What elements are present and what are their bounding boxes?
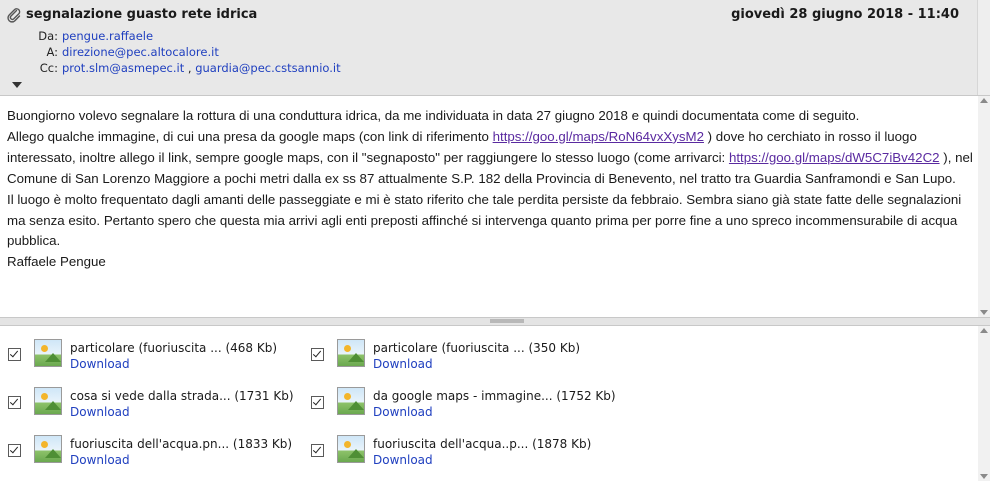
image-file-icon — [337, 339, 365, 367]
download-link[interactable]: Download — [70, 405, 130, 419]
image-file-icon — [34, 387, 62, 415]
subject-row: segnalazione guasto rete idrica giovedì … — [6, 7, 981, 23]
from-row: Da: pengue.raffaele — [0, 29, 153, 43]
image-file-icon — [337, 435, 365, 463]
message-body-pane: Buongiorno volevo segnalare la rottura d… — [0, 96, 990, 317]
attachment-checkbox[interactable] — [8, 444, 21, 457]
image-file-icon — [34, 339, 62, 367]
cc-row: Cc: prot.slm@asmepec.it , guardia@pec.cst… — [0, 61, 341, 75]
attachment-name: da google maps - immagine... (1752 Kb) — [373, 389, 616, 403]
image-file-icon — [337, 387, 365, 415]
attachment-checkbox[interactable] — [311, 396, 324, 409]
to-address[interactable]: direzione@pec.altocalore.it — [62, 45, 219, 59]
message-body: Buongiorno volevo segnalare la rottura d… — [7, 106, 982, 273]
from-address[interactable]: pengue.raffaele — [62, 29, 153, 43]
cc-separator: , — [184, 61, 196, 75]
attachment-item: particolare (fuoriuscita ... (468 Kb) Do… — [8, 337, 298, 371]
header-scrollbar[interactable] — [977, 0, 990, 95]
body-scrollbar[interactable] — [978, 96, 990, 317]
attachment-checkbox[interactable] — [8, 396, 21, 409]
body-paragraph: Buongiorno volevo segnalare la rottura d… — [7, 108, 860, 123]
attachment-item: particolare (fuoriuscita ... (350 Kb) Do… — [311, 337, 611, 371]
body-paragraph: Il luogo è molto frequentato dagli amant… — [7, 191, 962, 249]
cc-label: Cc: — [39, 61, 58, 75]
attachment-item: da google maps - immagine... (1752 Kb) D… — [311, 385, 631, 419]
image-file-icon — [34, 435, 62, 463]
body-text: Allego qualche immagine, di cui una pres… — [7, 128, 493, 144]
body-paragraph: Allego qualche immagine, di cui una pres… — [7, 127, 982, 190]
paperclip-icon — [7, 8, 21, 23]
scroll-up-icon[interactable] — [980, 98, 988, 103]
splitter-grip[interactable] — [490, 319, 524, 323]
download-link[interactable]: Download — [373, 453, 433, 467]
google-maps-directions-link[interactable]: https://goo.gl/maps/dW5C7iBv42C2 — [729, 150, 940, 165]
to-label: A: — [46, 45, 58, 59]
download-link[interactable]: Download — [373, 357, 433, 371]
attachment-checkbox[interactable] — [8, 348, 21, 361]
download-link[interactable]: Download — [373, 405, 433, 419]
attachment-checkbox[interactable] — [311, 348, 324, 361]
message-datetime: giovedì 28 giugno 2018 - 11:40 — [731, 7, 959, 22]
message-header: segnalazione guasto rete idrica giovedì … — [0, 0, 990, 96]
attachment-item: fuoriuscita dell'acqua.pn... (1833 Kb) D… — [8, 433, 308, 467]
scroll-down-icon[interactable] — [980, 310, 988, 315]
attachments-scrollbar[interactable] — [978, 326, 990, 481]
from-label: Da: — [38, 29, 58, 43]
signature: Raffaele Pengue — [7, 254, 106, 270]
to-row: A: direzione@pec.altocalore.it — [0, 45, 219, 59]
download-link[interactable]: Download — [70, 357, 130, 371]
download-link[interactable]: Download — [70, 453, 130, 467]
attachment-name: particolare (fuoriuscita ... (468 Kb) — [70, 341, 278, 355]
attachment-item: fuoriuscita dell'acqua..p... (1878 Kb) D… — [311, 433, 611, 467]
message-subject: segnalazione guasto rete idrica — [26, 7, 258, 22]
attachment-name: particolare (fuoriuscita ... (350 Kb) — [373, 341, 581, 355]
cc-address[interactable]: guardia@pec.cstsannio.it — [195, 61, 340, 75]
scroll-up-icon[interactable] — [980, 328, 988, 333]
attachments-pane: particolare (fuoriuscita ... (468 Kb) Do… — [0, 326, 990, 481]
attachment-name: cosa si vede dalla strada... (1731 Kb) — [70, 389, 294, 403]
attachment-item: cosa si vede dalla strada... (1731 Kb) D… — [8, 385, 308, 419]
cc-address[interactable]: prot.slm@asmepec.it — [62, 61, 184, 75]
attachment-checkbox[interactable] — [311, 444, 324, 457]
scroll-down-icon[interactable] — [980, 474, 988, 479]
pane-splitter[interactable] — [0, 317, 990, 326]
attachment-name: fuoriuscita dell'acqua..p... (1878 Kb) — [373, 437, 592, 451]
attachment-name: fuoriuscita dell'acqua.pn... (1833 Kb) — [70, 437, 293, 451]
expand-triangle-icon[interactable] — [12, 82, 22, 88]
google-maps-link[interactable]: https://goo.gl/maps/RoN64vxXysM2 — [493, 129, 704, 144]
